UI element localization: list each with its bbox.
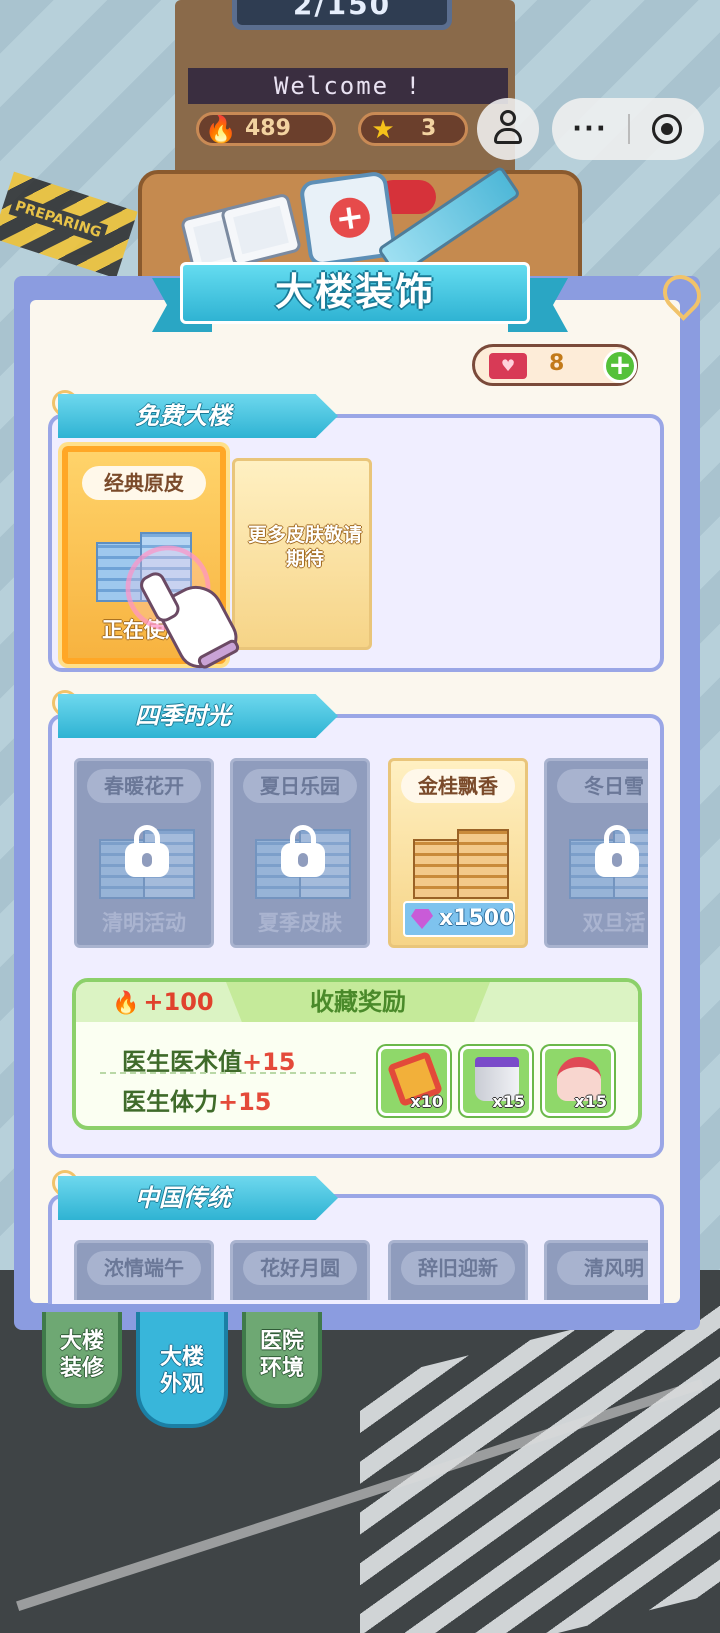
star-counter: ★ 3 [358, 112, 468, 146]
lock-icon [125, 825, 169, 877]
close-button[interactable] [630, 114, 704, 144]
skin-card-label: 金桂飘香 [401, 769, 515, 803]
price-tag[interactable]: x1500 [403, 901, 515, 937]
reward-item[interactable]: x15 [460, 1046, 532, 1116]
mini-program-capsule: ··· [552, 98, 704, 160]
section-title: 中国传统 [58, 1176, 338, 1220]
skin-card-coming-soon: 更多皮肤敬请期待 [232, 458, 372, 650]
skin-card-label: 春暖花开 [87, 769, 201, 803]
traditional-skin-carousel[interactable]: 浓情端午 花好月圆 辞旧迎新 清风明 [68, 1238, 648, 1300]
skin-card-summer[interactable]: 夏日乐园 夏季皮肤 [230, 758, 370, 948]
currency-value: 8 [549, 351, 565, 376]
tab-building-renovation[interactable]: 大楼 装修 [42, 1312, 122, 1408]
section-title: 免费大楼 [58, 394, 338, 438]
skin-card-winter[interactable]: 冬日雪 双旦活 [544, 758, 648, 948]
skin-card-label: 辞旧迎新 [401, 1251, 515, 1285]
skin-card-label: 夏日乐园 [243, 769, 357, 803]
target-icon [652, 114, 682, 144]
skin-card-label: 浓情端午 [87, 1251, 201, 1285]
pill-pack-icon [219, 192, 303, 268]
unlock-source: 双旦活 [582, 911, 646, 935]
price-value: x1500 [439, 906, 515, 931]
patient-counter: 2/150 [232, 0, 452, 30]
divider [100, 1072, 356, 1074]
skin-card-osmanthus[interactable]: 金桂飘香 x1500 [388, 758, 528, 948]
profile-button[interactable] [477, 98, 539, 160]
skin-card-spring[interactable]: 春暖花开 清明活动 [74, 758, 214, 948]
unlock-source: 清明活动 [102, 911, 186, 935]
add-currency-button[interactable]: + [603, 349, 637, 383]
diamond-icon [411, 909, 433, 929]
skin-card-qingming[interactable]: 清风明 [544, 1240, 648, 1300]
lock-icon [281, 825, 325, 877]
reward-item[interactable]: x15 [542, 1046, 614, 1116]
skin-card-dragon-boat[interactable]: 浓情端午 [74, 1240, 214, 1300]
lock-icon [595, 825, 639, 877]
envelope-icon: ♥ [489, 353, 527, 379]
fire-icon: 🔥 [112, 991, 140, 1016]
panel-title: 大楼装饰 [180, 262, 530, 324]
welcome-banner: Welcome ! [188, 68, 508, 104]
star-value: 3 [421, 116, 437, 141]
tab-building-exterior[interactable]: 大楼 外观 [136, 1312, 228, 1428]
fire-icon: 🔥 [204, 115, 238, 145]
fire-value: 489 [245, 116, 291, 141]
user-icon [494, 110, 522, 148]
skin-card-label: 冬日雪 [557, 769, 648, 803]
reward-title: 收藏奖励 [226, 982, 490, 1022]
reward-item[interactable]: x10 [378, 1046, 450, 1116]
stat-bonus-line: 医生体力+15 [122, 1088, 272, 1116]
skin-card-label: 花好月圆 [243, 1251, 357, 1285]
section-title: 四季时光 [58, 694, 338, 738]
more-button[interactable]: ··· [552, 98, 628, 160]
coming-soon-text: 更多皮肤敬请期待 [247, 524, 362, 570]
love-letter-currency: ♥ 8 + [472, 344, 638, 386]
golden-building-icon [413, 819, 509, 899]
skin-card-new-year[interactable]: 辞旧迎新 [388, 1240, 528, 1300]
unlock-source: 夏季皮肤 [258, 911, 342, 935]
fire-counter: 🔥 489 [196, 112, 336, 146]
season-skin-carousel[interactable]: 春暖花开 清明活动 夏日乐园 夏季皮肤 金桂飘香 x1500 冬日雪 双旦活 [68, 756, 648, 952]
skin-card-label: 清风明 [557, 1251, 648, 1285]
collection-reward-box: 🔥 +100 收藏奖励 医生医术值+15 医生体力+15 x10 x15 x15 [72, 978, 642, 1130]
preparing-text: PREPARING [8, 195, 108, 245]
skin-card-label: 经典原皮 [82, 466, 206, 500]
skin-card-mid-autumn[interactable]: 花好月圆 [230, 1240, 370, 1300]
fire-bonus: 🔥 +100 [112, 988, 214, 1016]
tab-hospital-environment[interactable]: 医院 环境 [242, 1312, 322, 1408]
star-icon: ★ [371, 115, 395, 145]
